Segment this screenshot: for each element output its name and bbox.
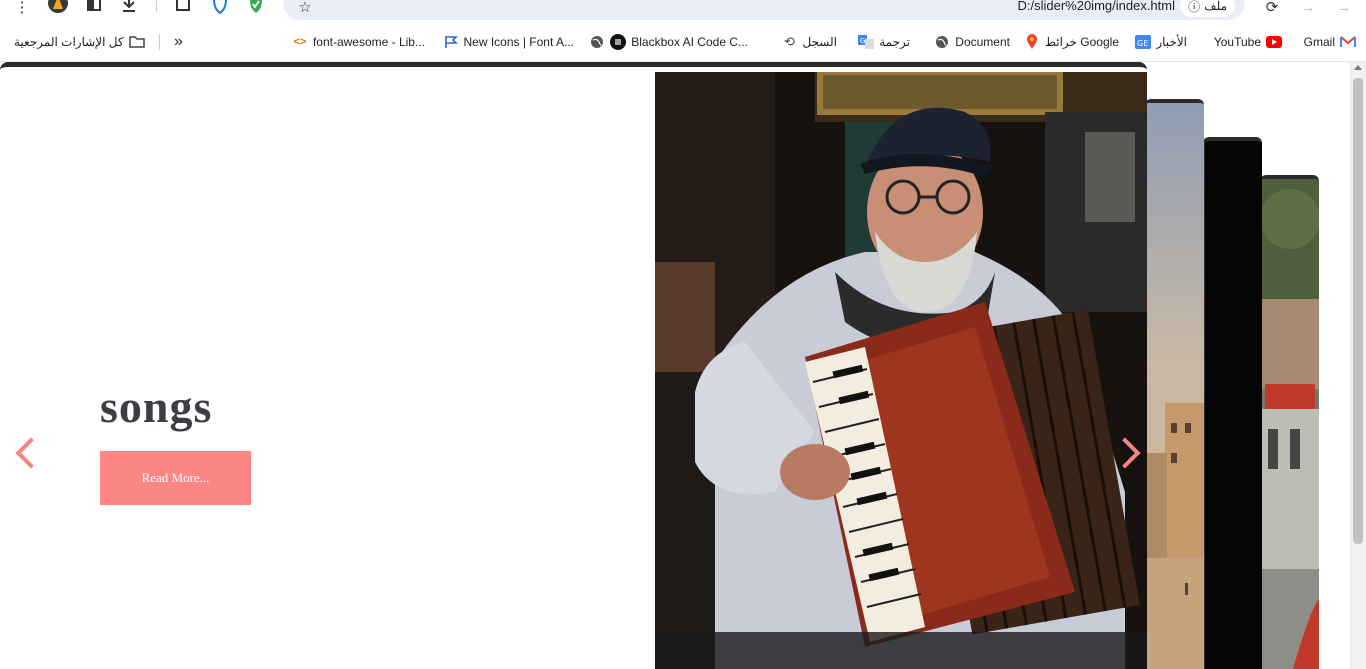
bookmark-new-icons[interactable]: New Icons | Font A...	[443, 33, 575, 51]
reload-icon[interactable]: ⟳	[1263, 0, 1281, 16]
prev-arrow-icon[interactable]	[14, 442, 34, 462]
back-icon[interactable]: →	[1335, 0, 1353, 16]
slide-title: songs	[100, 381, 213, 432]
bookmark-label: New Icons | Font A...	[463, 35, 575, 49]
news-icon: GE	[1135, 34, 1152, 50]
slide-card-back-3[interactable]	[1260, 175, 1319, 669]
history-icon: ⟲	[784, 34, 795, 49]
code-icon: <>	[293, 36, 307, 48]
bookmark-document[interactable]: Document	[934, 33, 1010, 51]
globe-icon	[589, 34, 605, 50]
vpn-shield-icon[interactable]	[212, 0, 228, 14]
svg-text:G: G	[860, 37, 865, 45]
chevron-double-icon: »	[174, 33, 183, 50]
accordion-player-photo	[655, 72, 1147, 669]
all-bookmarks-folder[interactable]: كل الإشارات المرجعية	[14, 33, 145, 51]
reading-list-icon[interactable]	[86, 0, 102, 14]
bookmark-maps[interactable]: خرائط Google	[1024, 33, 1119, 51]
security-check-icon[interactable]	[248, 0, 264, 14]
globe-icon	[934, 34, 950, 50]
maps-icon	[1024, 34, 1040, 50]
url-text[interactable]: D:/slider%20img/index.html	[1017, 0, 1175, 13]
bookmark-font-awesome[interactable]: <> font-awesome - Lib...	[292, 33, 426, 51]
street-scene-image	[1260, 179, 1319, 669]
all-bookmarks-label: كل الإشارات المرجعية	[14, 35, 124, 49]
site-info-chip[interactable]: ⓘ ملف	[1180, 0, 1235, 17]
gmail-icon	[1340, 34, 1356, 50]
file-chip-label: ملف	[1204, 0, 1227, 13]
bookmarks-divider	[159, 34, 160, 50]
address-bar[interactable]: ☆ D:/slider%20img/index.html ⓘ ملف	[283, 0, 1245, 20]
bookmark-label: الأخبار	[1156, 35, 1187, 49]
bookmark-label: Blackbox AI Code C...	[631, 35, 748, 49]
bookmark-label: Document	[955, 35, 1010, 49]
bookmark-label: Gmail	[1303, 35, 1335, 49]
bookmark-label: ترجمة	[879, 35, 910, 49]
page-viewport: songs Read More...	[0, 62, 1350, 669]
bookmark-history[interactable]: ⟲ السجل	[781, 33, 837, 51]
scroll-up-icon[interactable]	[1354, 65, 1362, 70]
bookmark-translate[interactable]: G ترجمة	[858, 33, 910, 51]
info-icon: ⓘ	[1188, 0, 1201, 14]
read-more-button[interactable]: Read More...	[100, 451, 251, 505]
download-icon[interactable]	[120, 0, 138, 14]
bookmark-label: السجل	[802, 35, 837, 49]
dark-image	[1203, 141, 1262, 669]
bookmark-blackbox[interactable]: Blackbox AI Code C...	[589, 33, 748, 51]
folder-icon	[128, 34, 145, 50]
bookmark-news[interactable]: GE الأخبار	[1135, 33, 1187, 51]
extensions-icon[interactable]	[174, 0, 192, 14]
slide-card-back-1[interactable]	[1145, 99, 1204, 669]
profile-avatar-icon[interactable]	[48, 0, 68, 14]
bookmark-label: YouTube	[1213, 35, 1261, 49]
scroll-thumb[interactable]	[1353, 78, 1363, 544]
bookmark-star-icon[interactable]: ☆	[297, 0, 313, 16]
translate-icon: G	[858, 34, 875, 50]
browser-toolbar: ⋮ ☆ D:/slider%20img/index.html ⓘ ملف ⟳ →…	[0, 0, 1366, 22]
youtube-icon	[1266, 34, 1282, 50]
bookmark-youtube[interactable]: YouTube	[1214, 33, 1282, 51]
bookmark-label: خرائط Google	[1044, 35, 1119, 49]
bookmark-label: font-awesome - Lib...	[312, 35, 425, 49]
bookmarks-overflow-button[interactable]: »	[174, 33, 183, 51]
slider-container: songs Read More...	[0, 62, 1147, 669]
coastal-town-image	[1145, 103, 1204, 669]
page-scrollbar[interactable]	[1350, 62, 1366, 669]
svg-text:GE: GE	[1137, 39, 1148, 48]
slide-card-back-2[interactable]	[1203, 137, 1262, 669]
toolbar-divider	[156, 0, 157, 12]
bookmark-gmail[interactable]: Gmail	[1304, 33, 1356, 51]
next-arrow-icon[interactable]	[1118, 442, 1138, 462]
forward-icon[interactable]: →	[1299, 0, 1317, 16]
blackbox-icon	[610, 34, 627, 50]
bookmarks-bar: Gmail YouTube GE الأخبار خرائط Google Do…	[0, 22, 1366, 62]
menu-dots-icon[interactable]: ⋮	[15, 0, 30, 16]
flag-icon	[443, 34, 459, 50]
